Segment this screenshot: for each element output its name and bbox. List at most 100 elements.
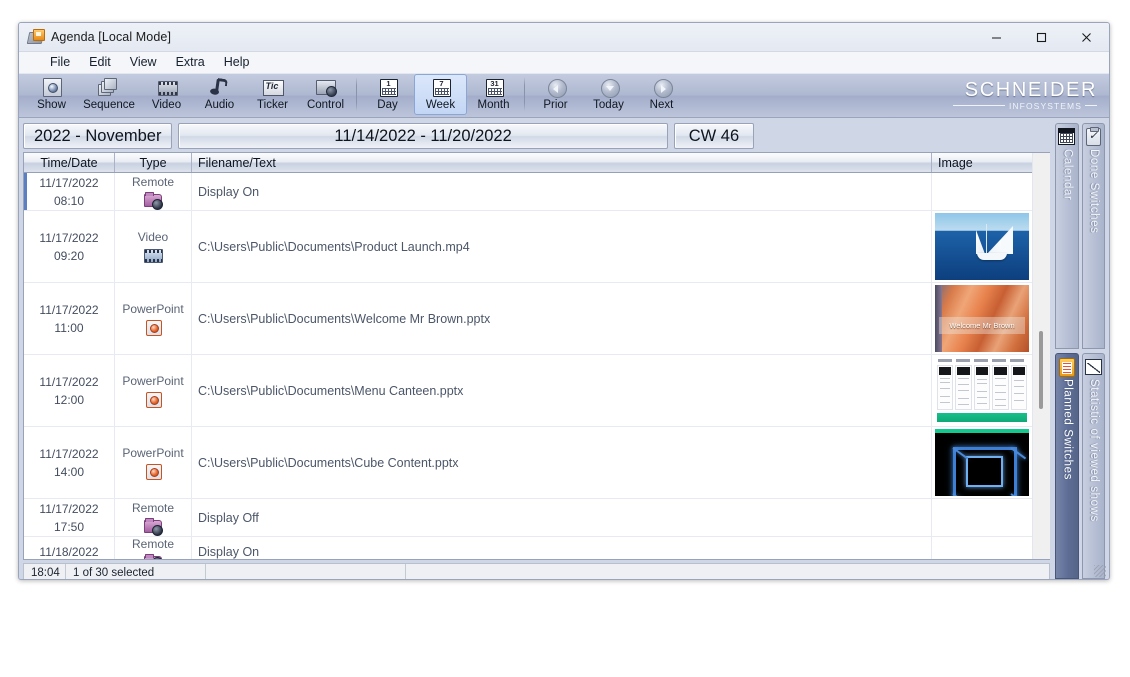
status-bar: 18:04 1 of 30 selected [23,563,1050,579]
sidebar-item-done-switches[interactable]: Done Switches [1081,123,1105,349]
schneider-logo: SCHNEIDER INFOSYSTEMS [953,80,1097,111]
sequence-icon [98,77,120,98]
date-range-selector[interactable]: 11/14/2022 - 11/20/2022 [178,123,668,149]
cell-time-date: 11/17/2022 09:20 [24,211,115,282]
sidebar-label-statistic: Statistic of viewed shows [1087,379,1100,522]
row-type-label: PowerPoint [122,374,184,388]
row-date: 11/17/2022 [39,230,99,245]
thumbnail-menu-slide[interactable] [935,357,1029,424]
toolbar-button-month[interactable]: 31 Month [467,74,520,115]
row-time: 11:00 [54,320,84,335]
maximize-button[interactable] [1019,23,1064,51]
scrollbar-thumb[interactable] [1039,331,1043,409]
cell-time-date: 11/17/2022 12:00 [24,355,115,426]
calendar-week-selector[interactable]: CW 46 [673,123,755,149]
cell-time-date: 11/17/2022 17:50 [24,499,115,536]
column-header-filename[interactable]: Filename/Text [192,153,932,172]
toolbar-label-audio: Audio [204,99,235,111]
table-row[interactable]: 11/17/2022 12:00 PowerPoint C:\Users\Pub… [24,355,1032,427]
sidebar-label-calendar: Calendar [1061,149,1074,201]
table-row[interactable]: 11/17/2022 11:00 PowerPoint C:\Users\Pub… [24,283,1032,355]
sidebar-label-done-switches: Done Switches [1087,149,1100,234]
row-time: 14:00 [53,464,85,479]
toolbar-button-week[interactable]: 7 Week [414,74,467,115]
thumbnail-sailboat[interactable] [935,213,1029,280]
cell-time-date: 11/18/2022 [24,537,115,559]
sidebar-item-statistic[interactable]: Statistic of viewed shows [1081,353,1105,579]
toolbar-button-today[interactable]: Today [582,74,635,115]
toolbar-label-sequence: Sequence [83,99,135,111]
toolbar-label-prior: Prior [543,99,568,111]
menu-item-edit[interactable]: Edit [80,53,120,72]
row-type-label: Remote [131,501,175,515]
toolbar-button-day[interactable]: 1 Day [361,74,414,115]
sidebar-label-planned-switches: Planned Switches [1061,379,1074,481]
column-header-time-date[interactable]: Time/Date [24,153,115,172]
calendar-day-badge: 1 [386,79,391,88]
show-icon [41,77,63,98]
toolbar-button-prior[interactable]: Prior [529,74,582,115]
toolbar-button-audio[interactable]: Audio [193,74,246,115]
resize-grip[interactable] [1094,565,1106,577]
menu-item-file[interactable]: File [41,53,79,72]
menu-item-help[interactable]: Help [215,53,259,72]
remote-folder-icon [144,192,163,210]
sidebar-item-calendar[interactable]: Calendar [1055,123,1079,349]
calendar-week-badge: 7 [439,79,444,88]
powerpoint-icon [144,463,162,480]
table-row[interactable]: 11/17/2022 14:00 PowerPoint C:\Users\Pub… [24,427,1032,499]
toolbar-label-control: Control [306,99,345,111]
thumbnail-cube-slide[interactable] [935,429,1029,496]
menu-item-extra[interactable]: Extra [167,53,214,72]
title-bar: Agenda [Local Mode] [19,23,1109,52]
side-tab-group-bottom: Planned Switches Statistic of viewed sho… [1055,353,1105,579]
table-row[interactable]: 11/17/2022 08:10 Remote Display On [24,173,1032,211]
window-controls [974,23,1109,51]
column-header-type[interactable]: Type [115,153,192,172]
logo-name: SCHNEIDER [964,79,1097,101]
toolbar-label-video: Video [151,99,182,111]
date-navigation-bar: 2022 - November 11/14/2022 - 11/20/2022 … [23,123,1054,149]
chart-icon [1084,358,1102,375]
sidebar-item-planned-switches[interactable]: Planned Switches [1055,353,1079,579]
toolbar-button-ticker[interactable]: Ticker [246,74,299,115]
table-row[interactable]: 11/18/2022 Remote Display On [24,537,1032,559]
column-header-image[interactable]: Image [932,153,1032,172]
toolbar-button-sequence[interactable]: Sequence [78,74,140,115]
table-row[interactable]: 11/17/2022 17:50 Remote Display Off [24,499,1032,537]
agenda-tag-icon [26,29,45,45]
arrow-down-icon [598,77,620,98]
toolbar-separator-1 [356,77,357,111]
powerpoint-icon [144,319,162,336]
cell-filename-text: C:\Users\Public\Documents\Cube Content.p… [192,427,932,498]
close-button[interactable] [1064,23,1109,51]
row-time: 09:20 [53,248,85,263]
audio-icon [209,77,231,98]
row-type-label: PowerPoint [122,446,184,460]
toolbar-separator-2 [524,77,525,111]
toolbar-label-month: Month [477,99,510,111]
grid-header-row: Time/Date Type Filename/Text Image [24,153,1032,173]
grid-vertical-scrollbar[interactable] [1032,153,1050,559]
powerpoint-icon [144,391,162,408]
calendar-month-badge: 31 [490,79,499,88]
month-selector[interactable]: 2022 - November [23,123,173,149]
toolbar-button-show[interactable]: Show [25,74,78,115]
calendar-week-icon: 7 [430,77,452,98]
row-date: 11/18/2022 [39,544,99,559]
minimize-button[interactable] [974,23,1019,51]
toolbar-button-video[interactable]: Video [140,74,193,115]
cell-type: Remote [115,537,192,559]
menu-item-view[interactable]: View [121,53,166,72]
remote-folder-icon [144,518,163,536]
row-date: 11/17/2022 [39,446,99,461]
cell-image: Welcome Mr Brown [932,283,1032,354]
thumbnail-welcome-slide[interactable]: Welcome Mr Brown [935,285,1029,352]
ticker-icon [262,77,284,98]
row-time: 08:10 [53,193,85,208]
toolbar-button-control[interactable]: Control [299,74,352,115]
toolbar-button-next[interactable]: Next [635,74,688,115]
table-row[interactable]: 11/17/2022 09:20 Video C:\Users\Public\D… [24,211,1032,283]
cell-type: Remote [115,173,192,210]
status-field-4 [406,564,1049,579]
